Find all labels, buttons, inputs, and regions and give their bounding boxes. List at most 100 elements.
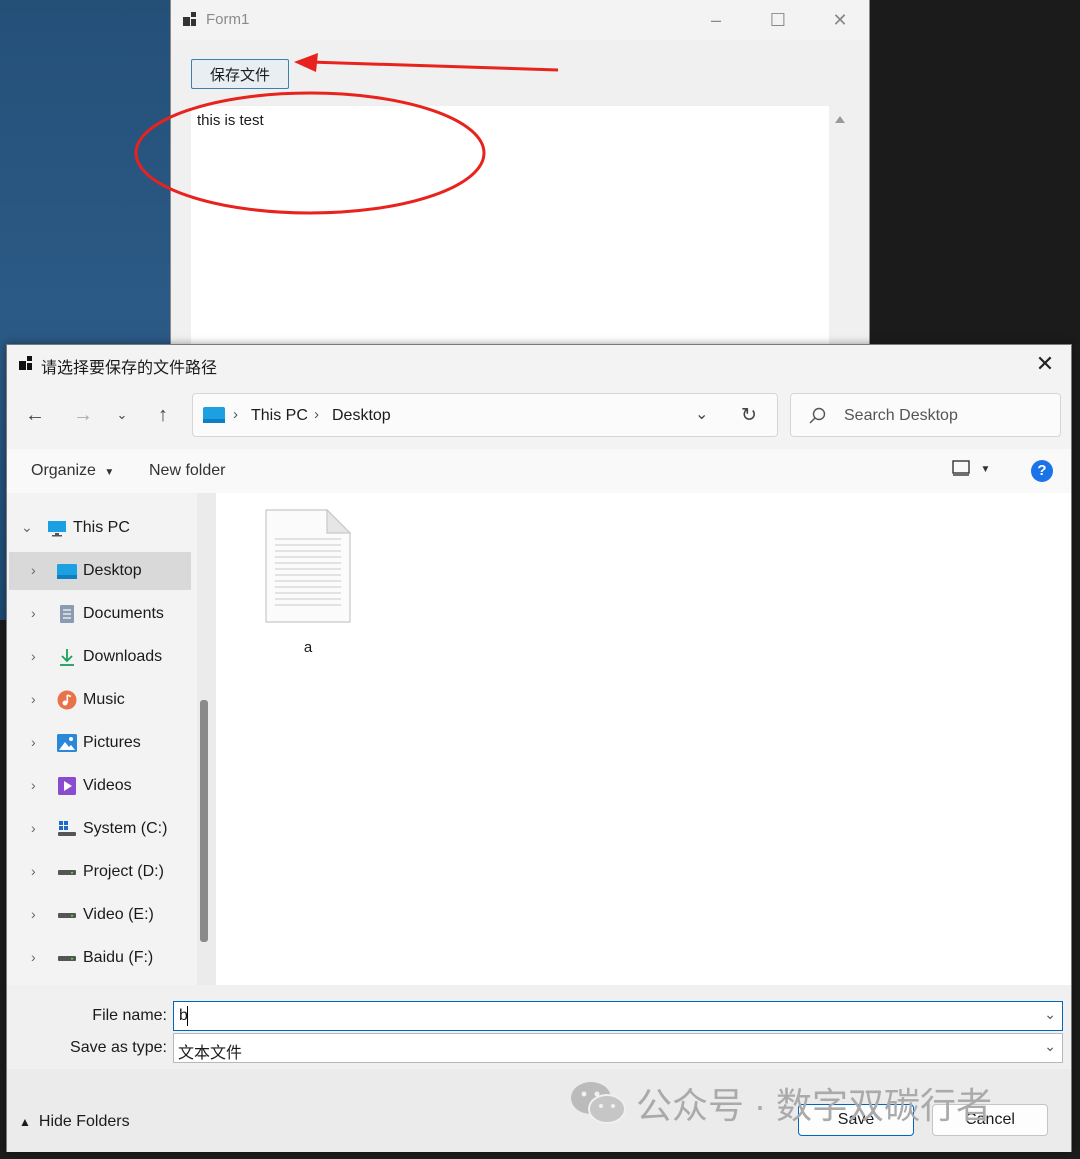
nav-item-this-pc[interactable]: ⌄ This PC (9, 509, 191, 547)
breadcrumb-this-pc[interactable]: This PC (251, 407, 308, 425)
view-icon (952, 460, 970, 476)
nav-item-label: Project (D:) (83, 863, 164, 880)
minimize-button[interactable]: – (693, 6, 739, 34)
nav-item-video-e[interactable]: › Video (E:) (9, 896, 191, 934)
save-file-dialog: 请选择要保存的文件路径 ✕ ← → ⌄ ↑ › This PC › Deskto… (6, 344, 1072, 1152)
chevron-right-icon: › (31, 734, 36, 750)
text-area-scrollbar[interactable] (829, 106, 851, 346)
search-box[interactable]: Search Desktop (790, 393, 1061, 437)
chevron-right-icon: › (31, 648, 36, 664)
chevron-right-icon: › (31, 777, 36, 793)
chevron-down-icon: ⌄ (695, 406, 709, 423)
download-icon (60, 649, 74, 666)
nav-item-baidu-f[interactable]: › Baidu (F:) (9, 939, 191, 977)
nav-item-pictures[interactable]: › Pictures (9, 724, 191, 762)
form1-window: Form1 – ☐ ✕ 保存文件 this is test (170, 0, 870, 346)
nav-item-videos[interactable]: › Videos (9, 767, 191, 805)
nav-item-label: This PC (73, 519, 130, 536)
hide-folders-label: Hide Folders (38, 1113, 130, 1130)
nav-item-system-c[interactable]: › System (C:) (9, 810, 191, 848)
nav-item-music[interactable]: › Music (9, 681, 191, 719)
chevron-down-icon: ⌄ (116, 407, 128, 422)
forward-button[interactable]: → (67, 399, 99, 431)
close-button[interactable]: ✕ (817, 6, 863, 34)
save-as-type-select[interactable]: 文本文件 ⌄ (173, 1033, 1063, 1063)
nav-item-label: Desktop (83, 562, 142, 579)
file-name-label: File name: (92, 1007, 167, 1024)
save-file-button[interactable]: 保存文件 (191, 59, 289, 89)
arrow-left-icon: ← (25, 403, 45, 426)
app-icon (19, 356, 32, 370)
chevron-down-icon: ⌄ (21, 519, 33, 535)
nav-item-downloads[interactable]: › Downloads (9, 638, 191, 676)
refresh-icon: ↻ (741, 405, 757, 426)
chevron-right-icon: › (31, 820, 36, 836)
minimize-icon: – (710, 10, 721, 30)
chevron-down-icon: ⌄ (1044, 1038, 1056, 1054)
caret-down-icon: ▼ (104, 467, 115, 478)
dialog-close-button[interactable]: ✕ (1025, 349, 1065, 379)
drive-icon (58, 870, 76, 875)
nav-item-label: Music (83, 691, 125, 708)
save-as-type-label: Save as type: (70, 1039, 167, 1056)
music-icon (57, 690, 77, 710)
chevron-right-icon: › (31, 691, 36, 707)
refresh-button[interactable]: ↻ (741, 404, 757, 427)
chevron-up-icon: ▲ (19, 1115, 31, 1129)
caret-down-icon: ▼ (980, 464, 991, 475)
organize-menu[interactable]: Organize ▼ (31, 462, 114, 480)
dialog-titlebar[interactable]: 请选择要保存的文件路径 ✕ (7, 345, 1071, 383)
close-icon: ✕ (832, 10, 848, 30)
recent-locations-button[interactable]: ⌄ (106, 399, 138, 431)
search-icon (809, 407, 826, 424)
monitor-icon (48, 521, 66, 537)
hide-folders-button[interactable]: ▲ Hide Folders (19, 1113, 130, 1131)
view-options-button[interactable]: ▼ (952, 460, 990, 481)
text-area-content: this is test (197, 112, 264, 129)
nav-item-documents[interactable]: › Documents (9, 595, 191, 633)
drive-icon (58, 913, 76, 918)
system-drive-icon (58, 821, 76, 836)
up-button[interactable]: ↑ (147, 399, 179, 431)
maximize-icon: ☐ (769, 10, 787, 30)
file-name-input[interactable]: b ⌄ (173, 1001, 1063, 1031)
chevron-right-icon: › (31, 906, 36, 922)
navigation-pane: ⌄ This PC › Desktop › Documents › Downlo… (7, 493, 216, 985)
drive-icon (58, 956, 76, 961)
form1-titlebar[interactable]: Form1 – ☐ ✕ (171, 0, 869, 40)
navigation-scrollbar-thumb[interactable] (200, 700, 208, 942)
nav-item-label: Videos (83, 777, 132, 794)
nav-item-desktop[interactable]: › Desktop (9, 552, 191, 590)
command-bar: Organize ▼ New folder ▼ ? (7, 449, 1071, 493)
breadcrumb-desktop[interactable]: Desktop (332, 407, 391, 425)
nav-item-label: Baidu (F:) (83, 949, 154, 966)
app-icon (183, 12, 196, 26)
file-item[interactable]: a (256, 508, 360, 656)
chevron-right-icon: › (31, 562, 36, 578)
scroll-up-icon[interactable] (835, 116, 845, 123)
videos-icon (58, 777, 76, 795)
chevron-right-icon: › (31, 605, 36, 621)
close-icon: ✕ (1035, 351, 1055, 376)
file-list[interactable]: a (216, 493, 1071, 985)
chevron-down-icon[interactable]: ⌄ (1044, 1006, 1056, 1023)
nav-item-label: Downloads (83, 648, 163, 665)
text-file-icon (265, 508, 352, 623)
nav-item-label: System (C:) (83, 820, 168, 837)
form1-title: Form1 (206, 11, 250, 28)
pictures-icon (57, 734, 77, 752)
chevron-right-icon: › (314, 406, 319, 423)
help-icon: ? (1037, 462, 1047, 479)
nav-item-project-d[interactable]: › Project (D:) (9, 853, 191, 891)
new-folder-button[interactable]: New folder (149, 462, 225, 480)
maximize-button[interactable]: ☐ (755, 6, 801, 34)
address-history-dropdown[interactable]: ⌄ (695, 404, 708, 424)
help-button[interactable]: ? (1031, 460, 1053, 482)
back-button[interactable]: ← (19, 399, 51, 431)
address-bar[interactable]: › This PC › Desktop ⌄ ↻ (192, 393, 778, 437)
watermark: 公众号 · 数字双碳行者 (570, 1078, 992, 1128)
nav-item-label: Pictures (83, 734, 141, 751)
text-area[interactable]: this is test (191, 106, 851, 346)
dialog-title: 请选择要保存的文件路径 (41, 360, 218, 377)
text-caret (187, 1006, 188, 1026)
